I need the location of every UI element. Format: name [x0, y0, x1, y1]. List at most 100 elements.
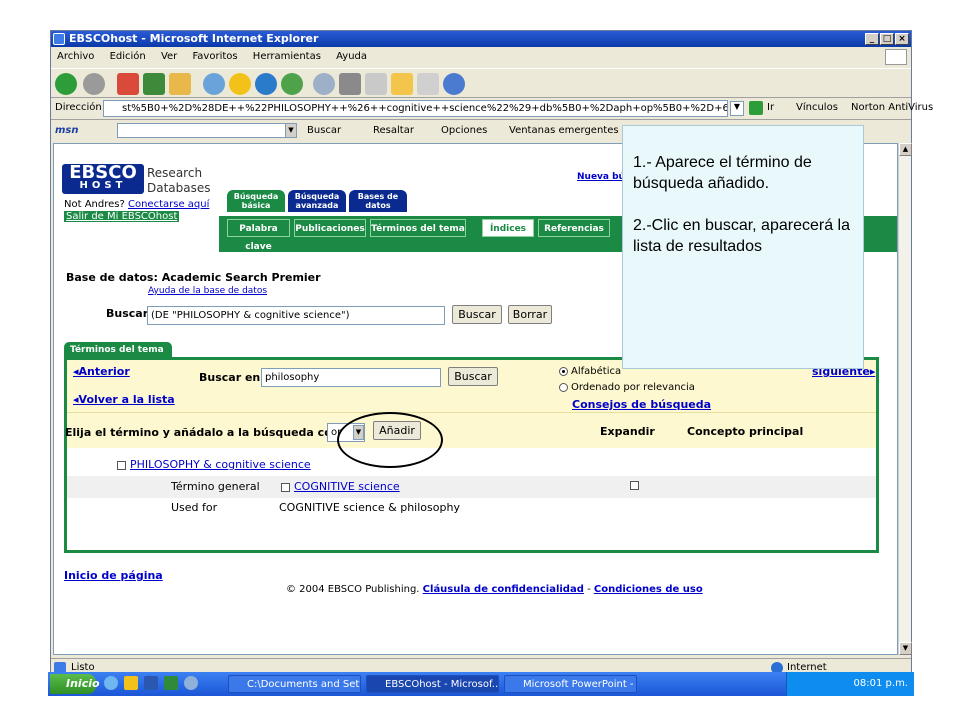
- start-button[interactable]: Inicio: [50, 674, 100, 694]
- msn-logo: msn: [55, 125, 79, 136]
- menu-archivo[interactable]: Archivo: [57, 51, 94, 62]
- menu-ayuda[interactable]: Ayuda: [336, 51, 367, 62]
- task-explorer[interactable]: C:\Documents and Settin...: [228, 675, 361, 693]
- clock: 08:01 p.m.: [853, 678, 908, 689]
- media-quicklaunch-icon[interactable]: [184, 676, 198, 690]
- term-link[interactable]: PHILOSOPHY & cognitive science: [130, 458, 311, 471]
- search-icon[interactable]: [203, 73, 225, 95]
- mail-icon[interactable]: [313, 73, 335, 95]
- sort-relevance-label: Ordenado por relevancia: [571, 382, 695, 393]
- task-ebscohost[interactable]: EBSCOhost - Microsof...: [366, 675, 499, 693]
- msn-search-label: Buscar: [307, 125, 342, 136]
- home-icon[interactable]: [169, 73, 191, 95]
- tab-advanced-search-label: Búsqueda avanzada: [294, 192, 340, 210]
- msn-options-button[interactable]: Opciones: [441, 121, 487, 141]
- edit-icon[interactable]: [365, 73, 387, 95]
- privacy-link[interactable]: Cláusula de confidencialidad: [423, 584, 584, 595]
- tab-databases[interactable]: Bases de datos: [349, 190, 407, 212]
- minimize-button[interactable]: _: [865, 33, 879, 45]
- used-for-label: Used for: [171, 501, 218, 514]
- db-help-link[interactable]: Ayuda de la base de datos: [148, 286, 267, 296]
- subtab-subject-terms[interactable]: Términos del tema: [370, 219, 466, 237]
- term-checkbox[interactable]: [117, 460, 126, 470]
- db-label: Base de datos: Academic Search Premier: [66, 271, 321, 284]
- terms-link[interactable]: Condiciones de uso: [594, 584, 703, 595]
- msn-search-button[interactable]: Buscar: [307, 121, 341, 141]
- sort-alpha-option[interactable]: Alfabética: [559, 366, 621, 377]
- title-bar: EBSCOhost - Microsoft Internet Explorer …: [51, 31, 911, 47]
- menu-ver[interactable]: Ver: [161, 51, 177, 62]
- tab-basic-search[interactable]: Búsqueda básica: [227, 190, 285, 212]
- messenger-icon[interactable]: [443, 73, 465, 95]
- search-input[interactable]: (DE "PHILOSOPHY & cognitive science"): [147, 306, 445, 325]
- maximize-button[interactable]: □: [880, 33, 894, 45]
- task-powerpoint[interactable]: Microsoft PowerPoint - [...: [504, 675, 637, 693]
- prev-link[interactable]: ◂Anterior: [73, 365, 130, 378]
- scroll-down-icon[interactable]: ▼: [899, 642, 912, 655]
- subtab-publications[interactable]: Publicaciones: [294, 219, 366, 237]
- scroll-up-icon[interactable]: ▲: [899, 143, 912, 156]
- find-label: Buscar:: [106, 307, 153, 320]
- search-button[interactable]: Buscar: [452, 305, 502, 324]
- menu-herramientas[interactable]: Herramientas: [253, 51, 321, 62]
- msn-options-label: Opciones: [441, 125, 488, 136]
- add-label: Elija el término y añádalo a la búsqueda…: [65, 426, 344, 439]
- close-button[interactable]: ×: [895, 33, 909, 45]
- menu-edicion[interactable]: Edición: [110, 51, 146, 62]
- copyright-text: © 2004 EBSCO Publishing.: [286, 584, 420, 595]
- tab-databases-label: Bases de datos: [357, 192, 399, 210]
- subtab-references[interactable]: Referencias: [538, 219, 610, 237]
- broader-term-link[interactable]: COGNITIVE science: [294, 480, 400, 493]
- tab-advanced-search[interactable]: Búsqueda avanzada: [288, 190, 346, 212]
- exit-link[interactable]: Salir de Mi EBSCOhost: [64, 211, 180, 222]
- browse-input[interactable]: philosophy: [261, 368, 441, 387]
- history-icon[interactable]: [281, 73, 303, 95]
- links-label[interactable]: Vínculos: [796, 102, 838, 113]
- start-label: Inicio: [66, 677, 100, 690]
- highlight-ellipse: [337, 412, 443, 468]
- sort-alpha-radio[interactable]: [559, 366, 568, 376]
- top-of-page-link[interactable]: Inicio de página: [64, 569, 163, 582]
- search-tips-link[interactable]: Consejos de búsqueda: [572, 398, 711, 411]
- instruction-callout: 1.- Aparece el término de búsqueda añadi…: [622, 125, 864, 369]
- vertical-scrollbar[interactable]: ▲ ▼: [898, 143, 912, 655]
- media-icon[interactable]: [255, 73, 277, 95]
- login-link[interactable]: Conectarse aquí: [128, 199, 209, 210]
- footer-separator: -: [587, 584, 591, 595]
- word-quicklaunch-icon[interactable]: [144, 676, 158, 690]
- subtab-keyword[interactable]: Palabra clave: [227, 219, 290, 252]
- research-text: Research: [147, 166, 203, 180]
- folder-icon[interactable]: [391, 73, 413, 95]
- not-user-text: Not Andres? Conectarse aquí: [64, 199, 209, 210]
- research-icon[interactable]: [417, 73, 439, 95]
- msn-highlight-button[interactable]: Resaltar: [373, 121, 414, 141]
- ie-quicklaunch-icon[interactable]: [104, 676, 118, 690]
- print-icon[interactable]: [339, 73, 361, 95]
- go-icon[interactable]: [749, 101, 763, 115]
- excel-quicklaunch-icon[interactable]: [164, 676, 178, 690]
- menu-favoritos[interactable]: Favoritos: [192, 51, 237, 62]
- norton-label[interactable]: Norton AntiVirus: [851, 102, 933, 113]
- msn-dropdown[interactable]: ▼: [285, 123, 297, 138]
- clear-button[interactable]: Borrar: [508, 305, 552, 324]
- favorites-icon[interactable]: [229, 73, 251, 95]
- subject-terms-tab[interactable]: Términos del tema: [64, 342, 172, 358]
- msn-search-input[interactable]: [117, 123, 297, 138]
- expand-checkbox[interactable]: [630, 481, 639, 490]
- subtab-indexes[interactable]: Índices: [482, 219, 534, 237]
- stop-icon[interactable]: [117, 73, 139, 95]
- outlook-quicklaunch-icon[interactable]: [124, 676, 138, 690]
- forward-icon[interactable]: [83, 73, 105, 95]
- ie-icon: [53, 33, 65, 45]
- broader-checkbox[interactable]: [281, 482, 290, 492]
- go-label[interactable]: Ir: [767, 102, 774, 113]
- sort-relevance-radio[interactable]: [559, 382, 568, 392]
- sort-relevance-option[interactable]: Ordenado por relevancia: [559, 382, 695, 393]
- databases-text: Databases: [147, 181, 211, 195]
- address-dropdown[interactable]: ▼: [730, 101, 744, 116]
- back-icon[interactable]: [55, 73, 77, 95]
- refresh-icon[interactable]: [143, 73, 165, 95]
- browse-button[interactable]: Buscar: [448, 367, 498, 386]
- address-input[interactable]: st%5B0+%2D%28DE++%22PHILOSOPHY++%26++cog…: [103, 100, 728, 117]
- back-to-list-link[interactable]: ◂Volver a la lista: [73, 393, 175, 406]
